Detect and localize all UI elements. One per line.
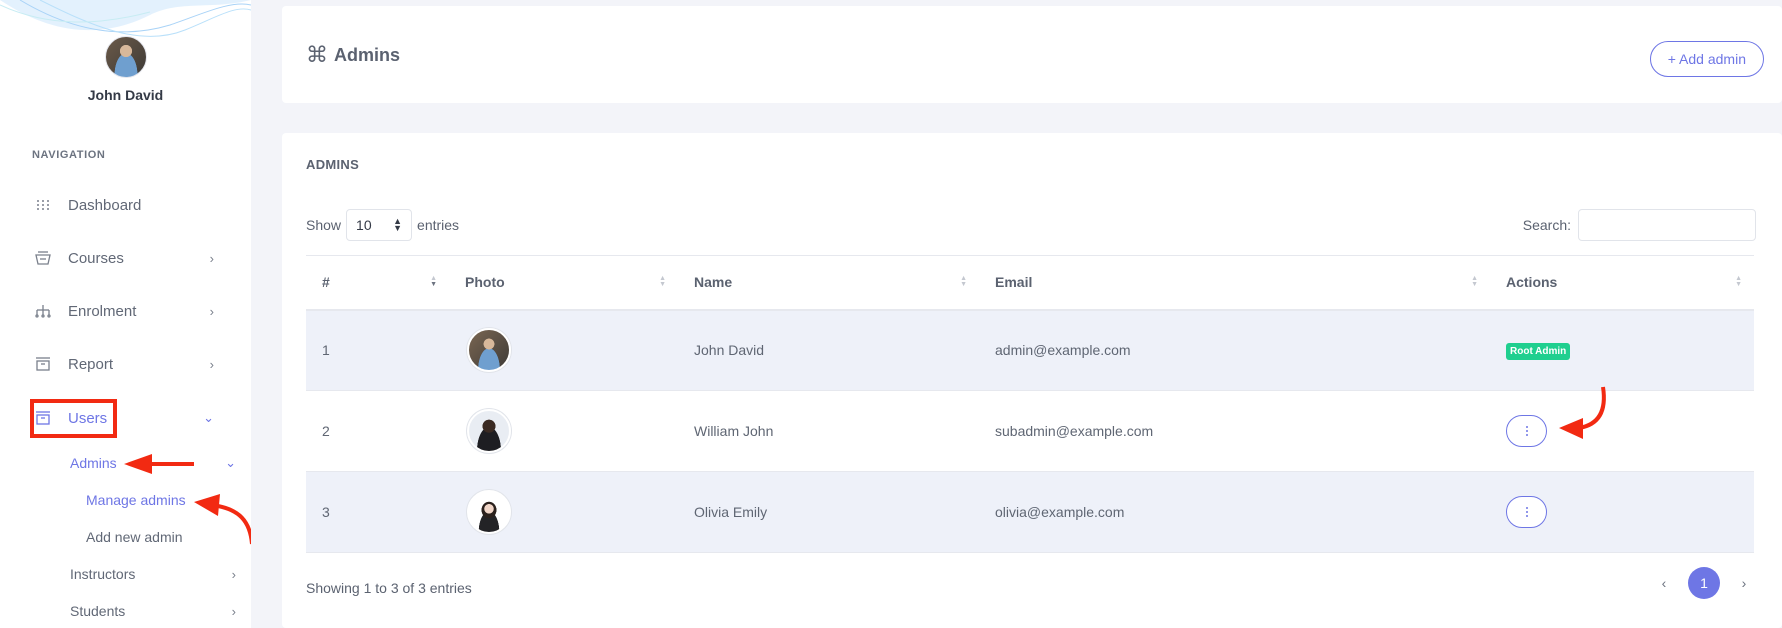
nav-heading: NAVIGATION bbox=[32, 149, 106, 161]
more-vertical-icon bbox=[1525, 507, 1528, 517]
row-photo bbox=[449, 309, 678, 391]
sidebar-item-report[interactable]: Report › bbox=[32, 349, 222, 379]
column-header-name[interactable]: Name ▲ ▼ bbox=[678, 255, 979, 311]
page-title: ⌘ Admins bbox=[306, 42, 400, 68]
row-email: subadmin@example.com bbox=[979, 390, 1490, 472]
sidebar-item-label: Enrolment bbox=[68, 302, 137, 320]
sidebar: John David NAVIGATION Dashboard Courses … bbox=[0, 0, 251, 628]
row-email: olivia@example.com bbox=[979, 471, 1490, 553]
column-header-email[interactable]: Email ▲ ▼ bbox=[979, 255, 1490, 311]
sort-icon: ▲ ▼ bbox=[1471, 275, 1478, 289]
row-actions bbox=[1490, 471, 1754, 553]
sidebar-item-label: Report bbox=[68, 355, 114, 373]
row-name: Olivia Emily bbox=[678, 471, 979, 553]
section-title: ADMINS bbox=[306, 157, 360, 172]
sidebar-item-label: Admins bbox=[70, 455, 117, 471]
more-vertical-icon bbox=[1525, 426, 1528, 436]
basket-icon bbox=[32, 249, 54, 267]
show-label: Show bbox=[306, 217, 342, 233]
sidebar-item-label: Manage admins bbox=[86, 492, 186, 508]
user-profile: John David bbox=[0, 36, 251, 103]
column-header-index[interactable]: # ▲ ▼ bbox=[306, 255, 449, 311]
row-photo bbox=[449, 390, 678, 472]
hierarchy-icon bbox=[32, 302, 54, 320]
archive-icon bbox=[32, 355, 54, 373]
sidebar-item-label: Dashboard bbox=[68, 196, 142, 214]
pagination-page-current[interactable]: 1 bbox=[1688, 567, 1720, 599]
sort-icon: ▲ ▼ bbox=[1735, 275, 1742, 289]
sidebar-item-admins[interactable]: Admins ⌄ bbox=[70, 451, 240, 475]
sidebar-item-instructors[interactable]: Instructors › bbox=[70, 562, 240, 586]
admins-table-card: ADMINS Show 10 ▲ ▼ entries Search: # ▲ ▼ P… bbox=[282, 133, 1782, 628]
table-info: Showing 1 to 3 of 3 entries bbox=[306, 580, 472, 596]
pagination-previous[interactable]: ‹ bbox=[1652, 575, 1676, 591]
row-index: 2 bbox=[306, 390, 449, 472]
page-header-card: ⌘ Admins + Add admin bbox=[282, 6, 1782, 103]
command-icon: ⌘ bbox=[306, 42, 328, 67]
page-length-value: 10 bbox=[356, 217, 372, 233]
entries-label: entries bbox=[417, 217, 460, 233]
column-header-photo[interactable]: Photo ▲ ▼ bbox=[449, 255, 678, 311]
row-email: admin@example.com bbox=[979, 309, 1490, 391]
chevron-right-icon: › bbox=[209, 303, 214, 319]
admin-avatar bbox=[467, 490, 511, 534]
row-photo bbox=[449, 471, 678, 553]
select-arrows-icon: ▲ ▼ bbox=[393, 216, 403, 233]
pagination: ‹ 1 › bbox=[1652, 567, 1756, 599]
chevron-right-icon: › bbox=[231, 603, 236, 619]
admin-avatar bbox=[467, 328, 511, 373]
sort-icon: ▲ ▼ bbox=[430, 275, 437, 289]
sidebar-item-courses[interactable]: Courses › bbox=[32, 243, 222, 273]
row-name: William John bbox=[678, 390, 979, 472]
user-avatar[interactable] bbox=[104, 36, 147, 78]
chevron-down-icon: ⌄ bbox=[203, 410, 214, 425]
row-actions-menu-button[interactable] bbox=[1506, 415, 1547, 447]
sidebar-item-add-new-admin[interactable]: Add new admin bbox=[86, 525, 251, 549]
row-index: 3 bbox=[306, 471, 449, 553]
sidebar-item-dashboard[interactable]: Dashboard bbox=[32, 190, 222, 220]
sidebar-item-students[interactable]: Students › bbox=[70, 599, 240, 623]
grid-dots-icon bbox=[32, 196, 54, 214]
chevron-right-icon: › bbox=[209, 356, 214, 372]
sort-icon: ▲ ▼ bbox=[659, 275, 666, 289]
row-actions bbox=[1490, 390, 1754, 472]
sort-icon: ▲ ▼ bbox=[960, 275, 967, 289]
page-length-select[interactable]: 10 ▲ ▼ bbox=[346, 209, 413, 241]
chevron-down-icon: ⌄ bbox=[225, 455, 236, 470]
sidebar-item-label: Add new admin bbox=[86, 529, 183, 545]
row-actions-menu-button[interactable] bbox=[1506, 496, 1547, 528]
sidebar-item-label: Students bbox=[70, 603, 126, 619]
column-header-actions[interactable]: Actions ▲ ▼ bbox=[1490, 255, 1754, 311]
search-input[interactable] bbox=[1578, 209, 1756, 241]
admins-table: # ▲ ▼ Photo ▲ ▼ Name ▲ ▼ Email ▲ ▼ Actions bbox=[306, 255, 1754, 553]
page-title-text: Admins bbox=[334, 44, 401, 65]
pagination-next[interactable]: › bbox=[1732, 575, 1756, 591]
table-header-row: # ▲ ▼ Photo ▲ ▼ Name ▲ ▼ Email ▲ ▼ Actions bbox=[306, 255, 1754, 311]
chevron-right-icon: › bbox=[231, 566, 236, 582]
row-name: John David bbox=[678, 309, 979, 391]
search-control: Search: bbox=[1523, 209, 1756, 241]
user-name: John David bbox=[87, 87, 164, 103]
page-length-control: Show 10 ▲ ▼ entries bbox=[306, 209, 459, 241]
table-row: 3 Olivia Emily olivia@example.com bbox=[306, 471, 1754, 553]
sidebar-item-label: Instructors bbox=[70, 566, 136, 582]
row-index: 1 bbox=[306, 309, 449, 391]
admin-avatar bbox=[467, 409, 511, 453]
add-admin-button[interactable]: + Add admin bbox=[1649, 41, 1764, 77]
table-row: 2 William John subadmin@example.com bbox=[306, 390, 1754, 472]
row-actions: Root Admin bbox=[1490, 309, 1754, 391]
sidebar-item-manage-admins[interactable]: Manage admins bbox=[86, 488, 251, 512]
annotation-highlight-box bbox=[30, 399, 117, 438]
sidebar-item-enrolment[interactable]: Enrolment › bbox=[32, 296, 222, 326]
sidebar-item-label: Courses bbox=[68, 249, 124, 267]
search-label: Search: bbox=[1522, 217, 1571, 233]
root-admin-badge: Root Admin bbox=[1506, 342, 1571, 360]
chevron-right-icon: › bbox=[209, 250, 214, 266]
table-row: 1 John David admin@example.com Root Admi… bbox=[306, 309, 1754, 391]
